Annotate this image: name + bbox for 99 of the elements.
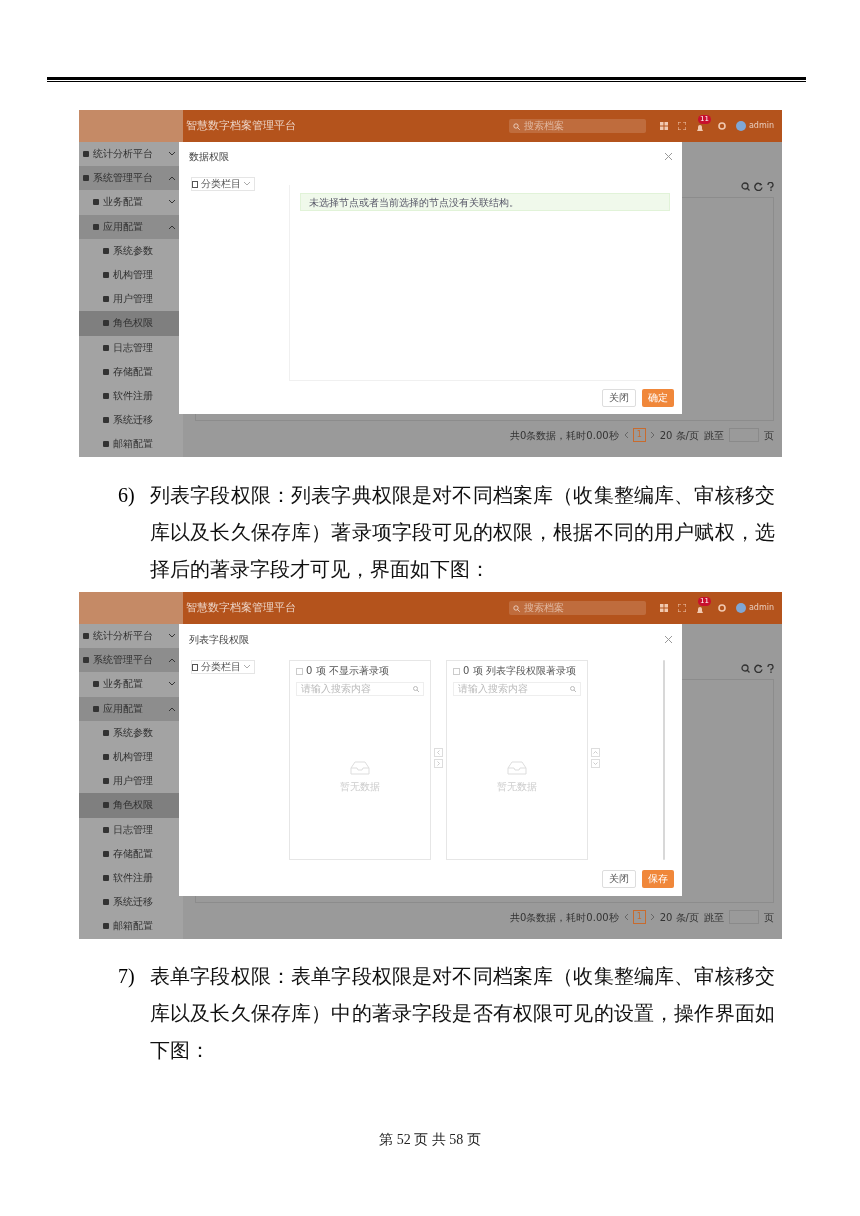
checkbox[interactable] (296, 667, 303, 675)
body-paragraph: 表单字段权限：表单字段权限是对不同档案库（收集整编库、审核移交库以及长久保存库）中的著录字段是否有权限可见的设置，操作界面如下图： (150, 964, 775, 1063)
search-icon (570, 686, 576, 692)
chevron-down-icon (169, 634, 175, 639)
square-icon (93, 199, 99, 206)
square-icon (93, 681, 99, 688)
list-number: 6) (118, 483, 136, 508)
fullscreen-icon[interactable] (677, 604, 686, 612)
inbox-icon (350, 761, 370, 775)
document-icon (192, 180, 198, 188)
help-icon[interactable] (767, 664, 774, 673)
close-icon[interactable] (665, 635, 672, 643)
refresh-icon[interactable] (754, 182, 763, 191)
square-icon (103, 296, 109, 303)
chevron-down-icon[interactable] (591, 759, 600, 768)
user-name[interactable]: admin (748, 120, 774, 132)
panel-title: 列表字段权限著录项 (485, 666, 576, 676)
app-title: 智慧数字档案管理平台 (186, 599, 296, 616)
square-icon (83, 633, 89, 640)
tree-select[interactable]: 分类栏目 (191, 660, 255, 674)
square-icon (93, 223, 99, 230)
square-icon (103, 320, 109, 327)
page-footer: 第 52 页 共 58 页 (0, 1129, 860, 1150)
avatar-icon (735, 121, 746, 131)
grid-icon[interactable] (659, 604, 668, 612)
tree-select[interactable]: 分类栏目 (191, 177, 255, 192)
search-icon (512, 604, 520, 612)
square-icon (103, 441, 109, 448)
page-size-select[interactable]: 20 条/页 (659, 909, 699, 925)
dialog-button[interactable]: 关闭 (602, 870, 636, 888)
page-unit: 页 (764, 910, 774, 925)
search-icon[interactable] (741, 182, 750, 191)
chevron-down-icon (169, 682, 175, 687)
square-icon (103, 344, 109, 351)
refresh-icon[interactable] (754, 664, 763, 673)
chevron-up-icon[interactable] (591, 748, 600, 757)
search-icon[interactable] (741, 664, 750, 673)
dialog-button[interactable]: 关闭 (602, 388, 636, 407)
square-icon (103, 778, 109, 785)
square-icon (103, 368, 109, 375)
chevron-down-icon (244, 182, 250, 187)
list-number: 7) (118, 964, 136, 989)
square-icon (103, 392, 109, 399)
avatar-icon (735, 603, 746, 613)
square-icon (103, 826, 109, 833)
help-icon[interactable] (767, 182, 774, 191)
search-icon (413, 686, 419, 692)
chevron-right-icon[interactable] (650, 432, 655, 438)
jump-label: 跳至 (704, 910, 724, 925)
square-icon (103, 417, 109, 424)
grid-icon[interactable] (659, 122, 668, 130)
checkbox[interactable] (453, 667, 460, 675)
square-icon (103, 874, 109, 881)
bell-icon[interactable] (695, 124, 704, 132)
gear-icon[interactable] (717, 122, 726, 130)
jump-label: 跳至 (704, 428, 724, 443)
square-icon (83, 175, 89, 182)
close-icon[interactable] (665, 153, 672, 161)
bell-icon[interactable] (695, 606, 704, 614)
gear-icon[interactable] (717, 604, 726, 612)
scrollbar[interactable] (663, 660, 665, 860)
square-icon (93, 705, 99, 712)
chevron-right-icon[interactable] (650, 914, 655, 920)
pagination-summary: 共0条数据，耗时0.00秒 (510, 428, 619, 443)
square-icon (83, 657, 89, 664)
chevron-up-icon (169, 658, 175, 663)
square-icon (103, 802, 109, 809)
app-title: 智慧数字档案管理平台 (186, 117, 296, 134)
pagination-summary: 共0条数据，耗时0.00秒 (510, 910, 619, 925)
square-icon (103, 850, 109, 857)
square-icon (103, 899, 109, 906)
square-icon (83, 151, 89, 158)
panel-count: 0 项 (463, 666, 483, 676)
chevron-down-icon (169, 152, 175, 157)
dialog-title: 列表字段权限 (189, 632, 249, 647)
info-message: 未选择节点或者当前选择的节点没有关联结构。 (300, 193, 670, 212)
square-icon (103, 272, 109, 279)
square-icon (103, 923, 109, 930)
chevron-down-icon (244, 665, 250, 669)
chevron-left-icon[interactable] (623, 914, 628, 920)
square-icon (103, 729, 109, 736)
search-icon (512, 122, 520, 130)
body-paragraph: 列表字段权限：列表字典权限是对不同档案库（收集整编库、审核移交库以及长久保存库）著录项字段可见的权限，根据不同的用户赋权，选择后的著录字段才可见，界面如下图： (150, 483, 775, 582)
user-name[interactable]: admin (748, 602, 774, 614)
chevron-up-icon (169, 706, 175, 711)
panel-count: 0 项 (306, 666, 326, 676)
inbox-icon (507, 761, 527, 775)
document-icon (192, 663, 198, 671)
fullscreen-icon[interactable] (677, 122, 686, 130)
page-unit: 页 (764, 428, 774, 443)
chevron-up-icon (169, 176, 175, 181)
chevron-up-icon (169, 224, 175, 229)
chevron-down-icon (169, 200, 175, 205)
square-icon (103, 247, 109, 254)
page-size-select[interactable]: 20 条/页 (659, 427, 699, 443)
dialog-title: 数据权限 (189, 150, 229, 165)
square-icon (103, 754, 109, 761)
panel-title: 不显示著录项 (328, 666, 389, 676)
chevron-left-icon[interactable] (623, 432, 628, 438)
